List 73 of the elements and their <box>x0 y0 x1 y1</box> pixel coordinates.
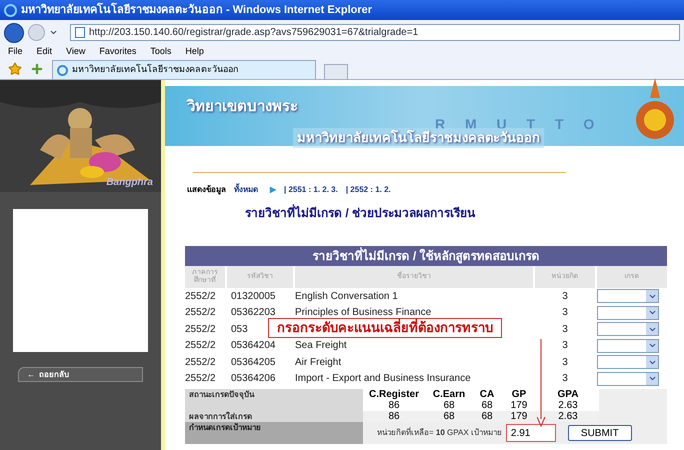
semester-link[interactable]: | 2552 : 1. 2. <box>346 184 391 196</box>
grade-dropdown[interactable] <box>597 355 659 370</box>
remaining-credits-text: หน่วยกิตที่เหลือ= 10 GPAX เป้าหมาย <box>377 427 502 439</box>
new-tab-button[interactable] <box>324 64 348 79</box>
column-header: C.Register <box>368 389 419 400</box>
menu-item[interactable]: Tools <box>150 44 172 58</box>
filter-label: แสดงข้อมูล <box>187 184 226 196</box>
table-cell-text: 3 <box>561 356 569 370</box>
table-cell: 179 <box>510 400 528 411</box>
arrow-icon: ▶ <box>270 184 276 196</box>
university-name: มหาวิทยาลัยเทคโนโลยีราชมงคลตะวันออก <box>293 128 544 148</box>
target-gpa-field[interactable]: 2.91 <box>506 424 556 442</box>
browser-tab[interactable]: มหาวิทยาลัยเทคโนโลยีราชมงคลตะวันออก <box>52 60 316 79</box>
table-cell-text: 05364206 <box>230 372 276 386</box>
table-cell-text: Principles of Business Finance <box>295 306 432 318</box>
table-cell: 68 <box>443 400 455 411</box>
dropdown-icon[interactable] <box>49 28 58 37</box>
table-cell-text: 3 <box>561 290 569 304</box>
column-header: GP <box>512 389 526 400</box>
column-header: CA <box>480 389 494 400</box>
window-title: มหาวิทยาลัยเทคโนโลยีราชมงคลตะวันออก - Windows Internet Explorer <box>21 2 372 18</box>
grade-dropdown[interactable] <box>597 322 659 336</box>
table-cell-text: 05364204 <box>230 339 276 354</box>
campus-title: วิทยาเขตบางพระ <box>187 97 298 117</box>
table-cell-text: 2552/2 <box>185 339 217 354</box>
url-text: http://203.150.140.60/registrar/grade.asp?avs759629031=67&trialgrade=1 <box>89 26 418 40</box>
table-cell-text: 2552/2 <box>185 306 217 320</box>
page-icon <box>75 27 85 38</box>
menu-item[interactable]: Help <box>185 44 204 58</box>
menu-item[interactable]: View <box>66 44 86 58</box>
grade-dropdown[interactable] <box>597 338 659 353</box>
picture-caption: Bangphra <box>106 176 153 190</box>
table-cell-text: 01320005 <box>230 290 276 304</box>
table-cell-text: 05362203 <box>230 306 276 320</box>
row-label: สถานะเกรดปัจจุบัน <box>185 389 363 411</box>
table-cell: 68 <box>481 400 493 411</box>
address-field[interactable]: http://203.150.140.60/registrar/grade.asp?avs759629031=67&trialgrade=1 <box>70 24 680 41</box>
back-icon[interactable] <box>4 22 24 42</box>
table-cell-text: 3 <box>561 322 569 337</box>
table-cell-text: 2552/2 <box>185 290 217 304</box>
grade-dropdown[interactable] <box>597 306 659 320</box>
submit-button[interactable]: SUBMIT <box>568 425 632 441</box>
menu-item[interactable]: Edit <box>36 44 52 58</box>
all-link[interactable]: ทั้งหมด <box>234 184 258 196</box>
table-cell-text: Sea Freight <box>295 339 348 354</box>
menu-item[interactable]: Favorites <box>99 44 136 58</box>
table-cell-text: 3 <box>561 339 569 354</box>
table-cell-text: 2552/2 <box>185 372 217 386</box>
table-cell: 2.63 <box>558 400 578 411</box>
table-cell-text: 3 <box>561 372 569 386</box>
semester-link[interactable]: | 2551 : 1. 2. 3. <box>284 184 338 196</box>
grade-dropdown[interactable] <box>597 372 659 386</box>
table-cell-text: Import - Export and Business Insurance <box>295 372 472 386</box>
tab-title: มหาวิทยาลัยเทคโนโลยีราชมงคลตะวันออก <box>72 63 238 76</box>
menu-item[interactable]: File <box>8 44 23 58</box>
row-label: ผลจากการใส่เกรด <box>185 411 363 422</box>
table-cell-text: 05364205 <box>230 356 276 370</box>
table-cell-text: 2552/2 <box>185 322 217 337</box>
table-cell-text: Air Freight <box>295 356 342 370</box>
grade-dropdown[interactable] <box>597 289 659 304</box>
table-cell-text: 3 <box>561 306 569 320</box>
star-icon[interactable] <box>8 62 22 76</box>
table-cell-text: English Conversation 1 <box>295 290 399 304</box>
page-heading: รายวิชาที่ไม่มีเกรด / ช่วยประมวลผลการเรียน <box>245 204 476 222</box>
column-header: GPA <box>558 389 578 400</box>
plus-icon[interactable] <box>30 62 44 76</box>
table-cell: 86 <box>388 400 400 411</box>
column-header: C.Earn <box>432 389 466 400</box>
table-title: รายวิชาที่ไม่มีเกรด / ใช้หลักสูตรทดสอบเกรด <box>185 246 667 266</box>
row-label: กำหนดเกรดเป้าหมาย <box>185 422 363 444</box>
table-cell-text: 2552/2 <box>185 356 217 370</box>
back-button[interactable]: ← ถอยกลับ <box>18 367 143 382</box>
callout: กรอกระดับคะแนนเฉลี่ยที่ต้องการทราบ <box>268 318 502 338</box>
